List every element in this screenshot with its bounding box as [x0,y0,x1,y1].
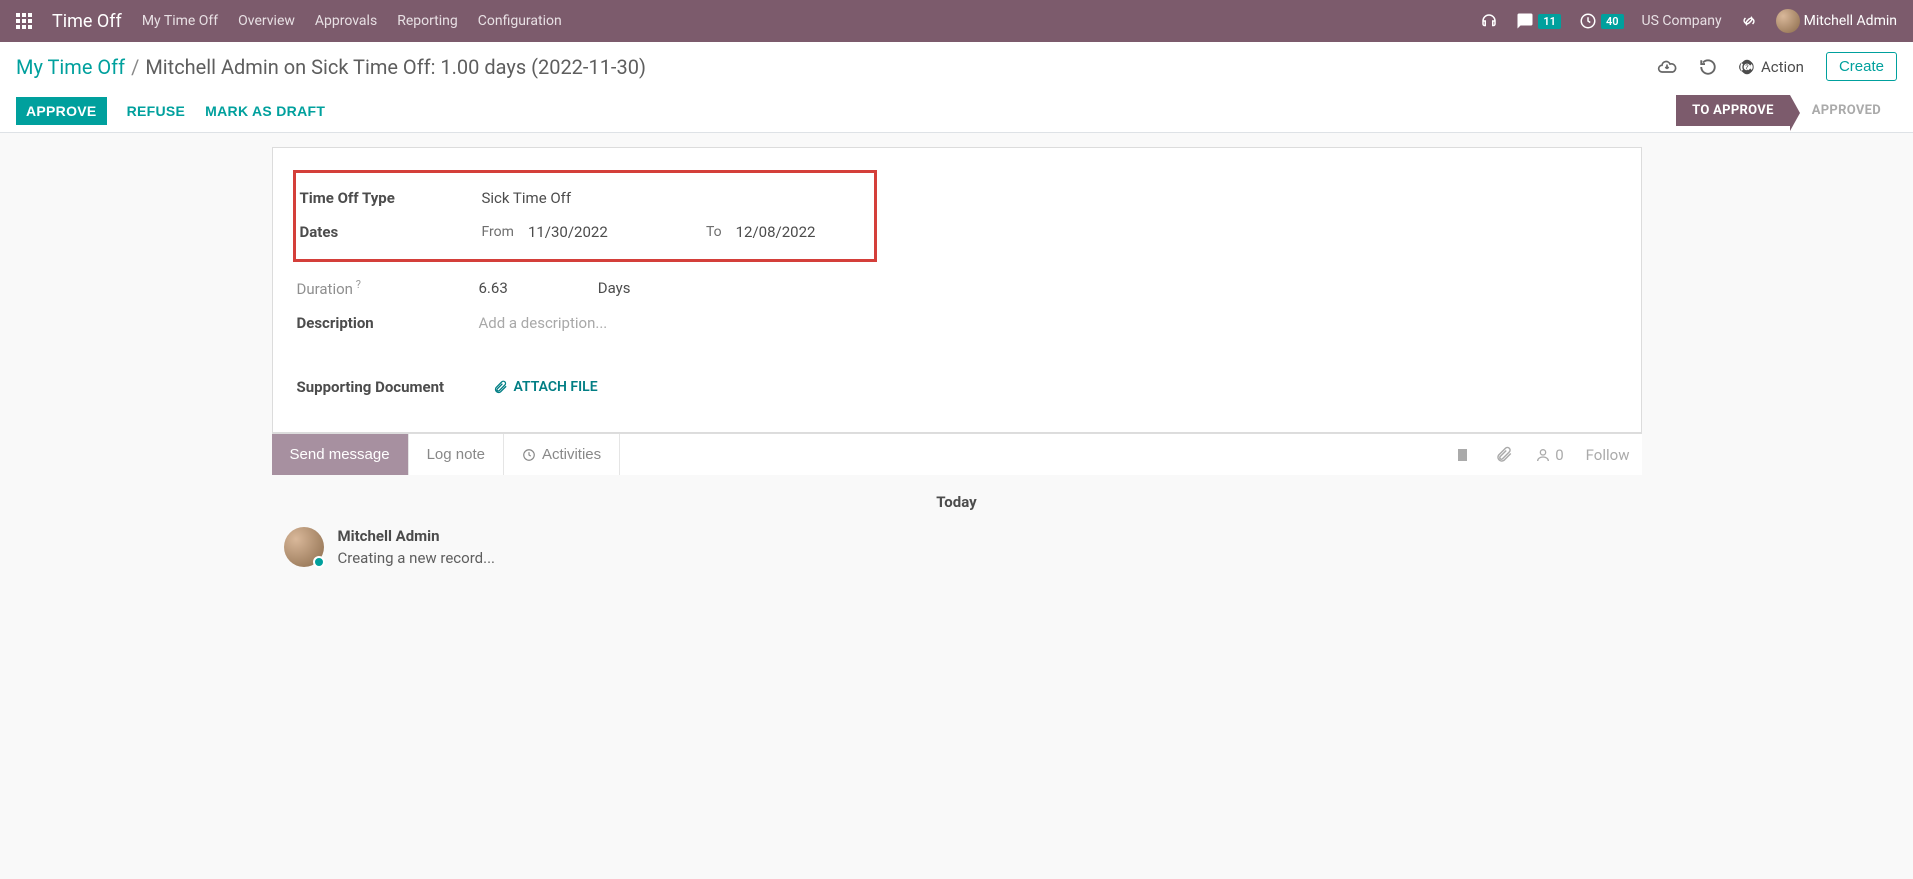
workflow-bar: APPROVE REFUSE MARK AS DRAFT TO APPROVE … [0,89,1913,132]
supporting-doc-label: Supporting Document [293,378,493,396]
type-label: Time Off Type [296,189,482,207]
messages-badge: 11 [1538,14,1561,29]
dates-label: Dates [296,223,482,241]
user-menu[interactable]: Mitchell Admin [1776,9,1897,33]
cp-actions: Action Create [1657,52,1897,81]
followers-count[interactable]: 0 [1535,446,1563,464]
refuse-button[interactable]: REFUSE [127,103,186,119]
approve-button[interactable]: APPROVE [16,97,107,125]
navbar-left: Time Off My Time Off Overview Approvals … [16,11,562,32]
navbar-right: 11 40 US Company Mitchell Admin [1480,9,1897,33]
action-label: Action [1761,58,1804,76]
top-navbar: Time Off My Time Off Overview Approvals … [0,0,1913,42]
avatar-icon [1776,9,1800,33]
discard-icon[interactable] [1699,58,1717,76]
status-bar: TO APPROVE APPROVED [1676,95,1897,126]
company-switcher[interactable]: US Company [1642,13,1722,29]
nav-configuration[interactable]: Configuration [478,13,562,29]
activities-badge: 40 [1601,14,1624,29]
message-avatar [284,527,324,567]
debug-icon[interactable] [1740,12,1758,30]
action-dropdown[interactable]: Action [1739,58,1804,76]
app-brand[interactable]: Time Off [52,11,122,32]
message-item: Mitchell Admin Creating a new record... [272,521,1642,573]
create-button[interactable]: Create [1826,52,1897,81]
apps-icon[interactable] [16,13,32,29]
followers-number: 0 [1555,446,1563,464]
mark-as-draft-button[interactable]: MARK AS DRAFT [205,103,325,119]
date-from-value[interactable]: 11/30/2022 [528,223,698,241]
control-panel: My Time Off / Mitchell Admin on Sick Tim… [0,42,1913,133]
today-separator: Today [272,475,1642,521]
send-message-button[interactable]: Send message [272,434,409,475]
breadcrumb-separator: / [131,55,139,79]
description-label: Description [293,314,479,332]
log-note-button[interactable]: Log note [409,434,504,475]
nav-approvals[interactable]: Approvals [315,13,377,29]
type-value[interactable]: Sick Time Off [482,189,572,207]
nav-reporting[interactable]: Reporting [397,13,458,29]
breadcrumb-parent[interactable]: My Time Off [16,55,125,79]
breadcrumb: My Time Off / Mitchell Admin on Sick Tim… [16,55,646,79]
activities-label: Activities [542,446,601,463]
nav-overview[interactable]: Overview [238,13,295,29]
activities-button[interactable]: Activities [504,434,620,475]
description-input[interactable]: Add a description... [479,314,608,332]
chatter: Send message Log note Activities 0 Follo… [256,433,1658,573]
duration-value[interactable]: 6.63 [479,279,508,297]
to-label: To [706,224,722,240]
messages-icon[interactable]: 11 [1516,12,1561,30]
support-icon[interactable] [1480,12,1498,30]
date-to-value[interactable]: 12/08/2022 [736,223,816,241]
attachments-icon[interactable] [1455,446,1473,464]
message-author: Mitchell Admin [338,527,496,545]
breadcrumb-current: Mitchell Admin on Sick Time Off: 1.00 da… [145,55,646,79]
paperclip-icon[interactable] [1495,446,1513,464]
duration-label: Duration ? [293,278,479,298]
activities-icon[interactable]: 40 [1579,12,1624,30]
attach-file-label: ATTACH FILE [514,379,598,395]
follow-button[interactable]: Follow [1586,446,1630,464]
message-body: Creating a new record... [338,549,496,567]
cloud-save-icon[interactable] [1657,57,1677,77]
from-label: From [482,224,514,240]
attach-file-button[interactable]: ATTACH FILE [493,379,598,395]
nav-my-time-off[interactable]: My Time Off [142,13,218,29]
help-icon[interactable]: ? [353,278,361,291]
user-name: Mitchell Admin [1804,13,1897,29]
presence-indicator [313,556,325,568]
duration-unit: Days [598,279,631,297]
status-to-approve[interactable]: TO APPROVE [1676,95,1790,126]
chatter-tabs: Send message Log note Activities [272,434,621,475]
status-approved[interactable]: APPROVED [1790,95,1897,126]
form-sheet: Time Off Type Sick Time Off Dates From 1… [272,147,1642,433]
highlight-box: Time Off Type Sick Time Off Dates From 1… [293,170,877,262]
